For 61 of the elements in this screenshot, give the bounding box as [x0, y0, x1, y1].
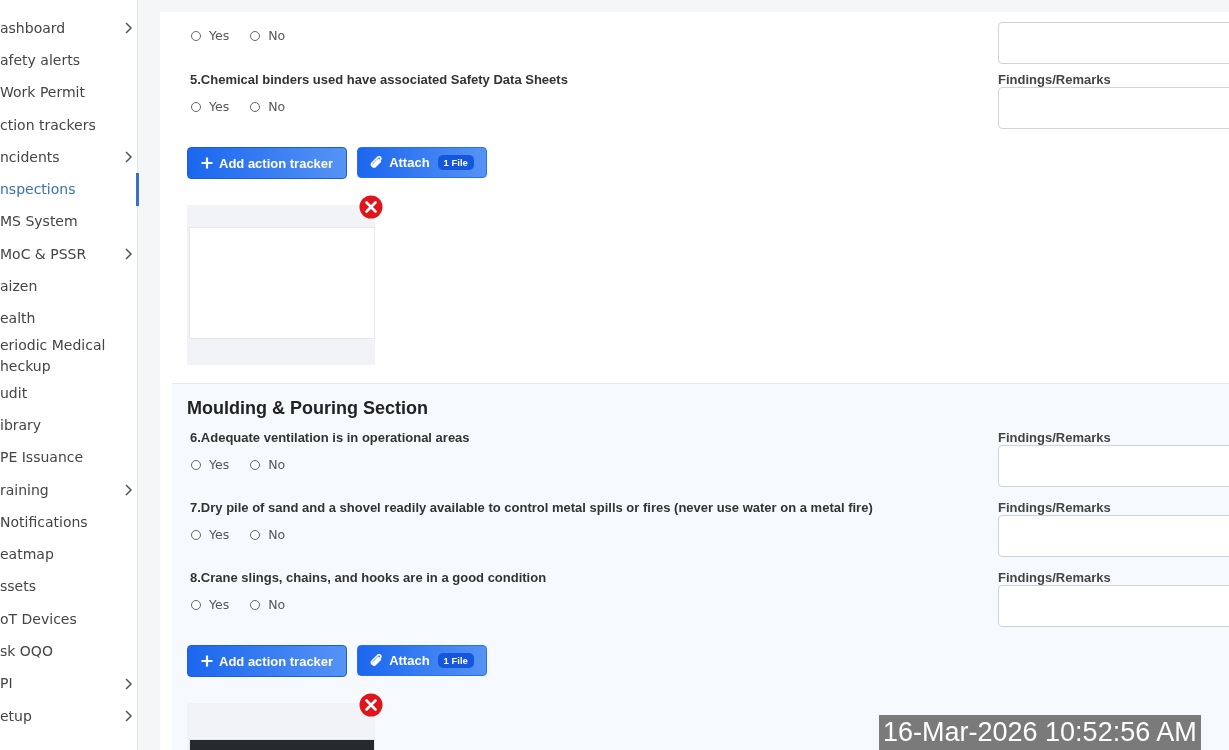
attach-button[interactable]: Attach 1 File	[357, 147, 487, 178]
sidebar-item[interactable]: Work Permit	[0, 76, 137, 109]
question-text: 8.Crane slings, chains, and hooks are in a good condition	[189, 569, 548, 585]
radio-option[interactable]: No	[250, 99, 286, 114]
sidebar-item[interactable]: PI	[0, 667, 137, 700]
sidebar-item[interactable]: udit	[0, 376, 137, 410]
question-text: 5.Chemical binders used have associated Safety Data Sheets	[189, 71, 569, 87]
findings-field[interactable]	[998, 445, 1229, 487]
findings-label: Findings/Remarks	[998, 569, 1112, 585]
file-count-badge: 1 File	[437, 653, 474, 668]
findings-label: Findings/Remarks	[998, 429, 1112, 445]
sidebar-item[interactable]: ction trackers	[0, 108, 137, 142]
sidebar-item[interactable]: MoC & PSSR	[0, 238, 137, 271]
attachment-thumbnail[interactable]	[187, 205, 375, 365]
attachment-thumbnail[interactable]	[187, 703, 375, 750]
sidebar-item[interactable]: ncidents	[0, 141, 137, 174]
findings-field[interactable]	[998, 22, 1229, 64]
plus-icon	[201, 655, 213, 667]
paperclip-icon	[370, 156, 384, 169]
radio-option[interactable]: No	[250, 28, 286, 43]
sidebar-item[interactable]: ealth	[0, 302, 137, 335]
question-text: 7.Dry pile of sand and a shovel readily available to control metal spills or fires (never use water on a metal fire)	[189, 499, 874, 515]
sidebar-item[interactable]: ashboard	[0, 12, 137, 45]
radio-option[interactable]: No	[250, 527, 286, 542]
question-text: 6.Adequate ventilation is in operational areas	[189, 429, 471, 445]
file-count-badge: 1 File	[437, 155, 474, 170]
sidebar-item[interactable]: ssets	[0, 570, 137, 604]
sidebar-item[interactable]: etup	[0, 699, 137, 733]
radio-option[interactable]: Yes	[191, 28, 230, 43]
radio-option[interactable]: Yes	[191, 99, 230, 114]
sidebar-item[interactable]: MS System	[0, 205, 137, 239]
sidebar-item[interactable]: nspections	[0, 173, 139, 206]
radio-option[interactable]: Yes	[191, 527, 230, 542]
sidebar-item[interactable]: Notifications	[0, 506, 137, 539]
radio-option[interactable]: No	[250, 457, 286, 472]
attach-button[interactable]: Attach 1 File	[357, 645, 487, 676]
radio-option[interactable]: No	[250, 597, 286, 612]
sidebar-item[interactable]: PE Issuance	[0, 441, 137, 474]
radio-option[interactable]: Yes	[191, 457, 230, 472]
sidebar-item[interactable]: afety alerts	[0, 44, 137, 77]
findings-field[interactable]	[998, 87, 1229, 129]
sidebar-item[interactable]: eatmap	[0, 538, 137, 571]
sidebar-item[interactable]: ibrary	[0, 409, 137, 442]
sidebar-item[interactable]: oT Devices	[0, 603, 137, 636]
sidebar-item[interactable]: eriodic Medical heckup	[0, 334, 137, 377]
remove-icon[interactable]	[359, 195, 383, 219]
timestamp-overlay: 16-Mar-2026 10:52:56 AM	[879, 715, 1201, 750]
findings-field[interactable]	[998, 515, 1229, 557]
add-action-tracker-button[interactable]: Add action tracker	[187, 645, 348, 677]
sidebar-item[interactable]: aizen	[0, 270, 137, 303]
section-title: Moulding & Pouring Section	[187, 398, 429, 419]
add-action-tracker-button[interactable]: Add action tracker	[187, 147, 348, 179]
paperclip-icon	[370, 654, 384, 667]
findings-label: Findings/Remarks	[998, 499, 1112, 515]
radio-option[interactable]: Yes	[191, 597, 230, 612]
findings-label: Findings/Remarks	[998, 71, 1112, 87]
sidebar-item[interactable]: raining	[0, 473, 137, 507]
plus-icon	[201, 157, 213, 169]
sidebar-item[interactable]: sk OQO	[0, 635, 137, 668]
findings-field[interactable]	[998, 585, 1229, 627]
remove-icon[interactable]	[359, 693, 383, 717]
